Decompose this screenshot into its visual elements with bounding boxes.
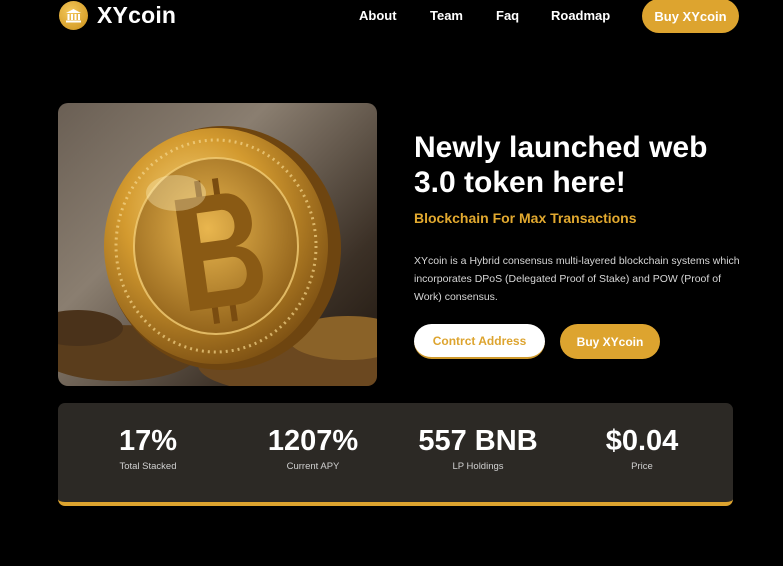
hero-subtitle: Blockchain For Max Transactions [414,210,637,226]
stat-lp-holdings: 557 BNB LP Holdings [403,423,553,472]
nav-roadmap[interactable]: Roadmap [551,8,610,23]
stat-label: Total Stacked [119,461,177,472]
contract-address-button[interactable]: Contrct Address [414,324,545,359]
hero-description: XYcoin is a Hybrid consensus multi-layer… [414,255,740,303]
stat-label: LP Holdings [452,461,504,472]
header-buy-button[interactable]: Buy XYcoin [642,0,739,33]
stat-value: $0.04 [605,425,679,457]
stat-label: Price [631,461,653,472]
hero-title: Newly launched web 3.0 token here! [414,131,708,199]
nav-about[interactable]: About [359,8,397,23]
stat-label: Current APY [286,461,340,472]
stat-current-apy: 1207% Current APY [238,423,388,472]
logo[interactable]: XYcoin [59,1,176,30]
nav-faq[interactable]: Faq [496,8,519,23]
hero-bitcoin-image [58,103,377,386]
stat-total-stacked: 17% Total Stacked [73,423,223,472]
stat-value: 17% [118,425,178,457]
logo-text: XYcoin [97,2,177,28]
stat-value: 1207% [267,425,359,457]
logo-coin-icon [59,1,88,30]
stats-bar: 17% Total Stacked 1207% Current APY 557 … [58,403,733,506]
hero-buy-button[interactable]: Buy XYcoin [560,324,660,359]
stat-value: 557 BNB [418,425,538,457]
nav-team[interactable]: Team [430,8,463,23]
stat-price: $0.04 Price [567,423,717,472]
